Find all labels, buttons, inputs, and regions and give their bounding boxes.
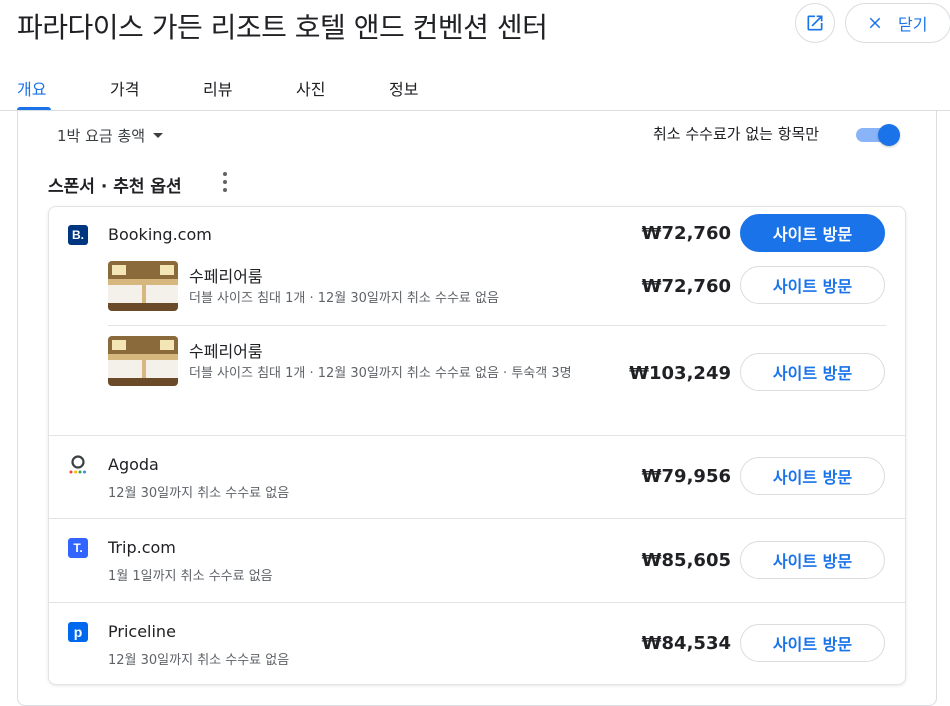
cancel-note-trip: 1월 1일까지 취소 수수료 없음 xyxy=(108,569,273,584)
active-tab-indicator xyxy=(17,107,51,110)
tab-about[interactable]: 정보 xyxy=(389,76,418,100)
price-booking: ₩72,760 xyxy=(641,223,731,244)
price-room: ₩103,249 xyxy=(629,363,731,384)
visit-site-button-room[interactable]: 사이트 방문 xyxy=(740,353,885,391)
room-photo[interactable] xyxy=(108,261,178,311)
cancel-note-agoda: 12월 30일까지 취소 수수료 없음 xyxy=(108,486,290,501)
visit-site-button-booking[interactable]: 사이트 방문 xyxy=(740,214,885,252)
visit-site-button-trip[interactable]: 사이트 방문 xyxy=(740,541,885,579)
close-label: 닫기 xyxy=(898,15,928,34)
divider xyxy=(48,435,906,436)
agoda-logo-icon xyxy=(68,455,88,475)
price-priceline: ₩84,534 xyxy=(641,633,731,654)
visit-site-button-agoda[interactable]: 사이트 방문 xyxy=(740,457,885,495)
room-description: 더블 사이즈 침대 1개 · 12월 30일까지 취소 수수료 없음 xyxy=(189,291,499,306)
room-name: 수페리어룸 xyxy=(189,342,263,361)
header: 파라다이스 가든 리조트 호텔 앤드 컨벤션 센터 닫기 xyxy=(0,0,950,62)
room-description: 더블 사이즈 침대 1개 · 12월 30일까지 취소 수수료 없음 · 투숙객… xyxy=(189,366,572,381)
visit-site-button-priceline[interactable]: 사이트 방문 xyxy=(740,624,885,662)
price-trip: ₩85,605 xyxy=(641,550,731,571)
open-in-new-icon xyxy=(807,15,823,31)
provider-name-booking: Booking.com xyxy=(108,225,212,244)
price-mode-label: 1박 요금 총액 xyxy=(57,127,146,145)
toggle-knob xyxy=(878,124,900,146)
hotel-title: 파라다이스 가든 리조트 호텔 앤드 컨벤션 센터 xyxy=(17,11,548,44)
close-button[interactable]: 닫기 xyxy=(845,3,950,43)
divider xyxy=(48,602,906,603)
visit-site-button-room[interactable]: 사이트 방문 xyxy=(740,266,885,304)
price-mode-dropdown[interactable]: 1박 요금 총액 xyxy=(57,125,164,146)
booking-logo-icon: B. xyxy=(68,225,88,245)
tab-reviews[interactable]: 리뷰 xyxy=(203,76,232,100)
tab-bar: 개요 가격 리뷰 사진 정보 xyxy=(0,62,950,111)
divider xyxy=(108,325,886,326)
room-photo[interactable] xyxy=(108,336,178,386)
provider-name-trip: Trip.com xyxy=(108,538,176,557)
price-room: ₩72,760 xyxy=(641,276,731,297)
priceline-logo-icon: p xyxy=(68,622,88,642)
provider-name-agoda: Agoda xyxy=(108,455,159,474)
price-agoda: ₩79,956 xyxy=(641,466,731,487)
trip-logo-icon: T. xyxy=(68,538,88,558)
tab-prices[interactable]: 가격 xyxy=(110,76,139,100)
tab-photos[interactable]: 사진 xyxy=(296,76,325,100)
section-title: 스폰서 · 추천 옵션 xyxy=(48,177,182,197)
free-cancel-toggle[interactable] xyxy=(856,124,902,146)
more-options-icon[interactable] xyxy=(215,170,235,194)
provider-name-priceline: Priceline xyxy=(108,622,176,641)
caret-down-icon xyxy=(153,133,164,138)
cancel-note-priceline: 12월 30일까지 취소 수수료 없음 xyxy=(108,653,290,668)
close-icon xyxy=(869,17,881,29)
tab-overview[interactable]: 개요 xyxy=(17,76,46,100)
open-in-new-button[interactable] xyxy=(795,3,835,43)
divider xyxy=(48,518,906,519)
free-cancel-label: 취소 수수료가 없는 항목만 xyxy=(653,125,820,143)
room-name: 수페리어룸 xyxy=(189,267,263,286)
